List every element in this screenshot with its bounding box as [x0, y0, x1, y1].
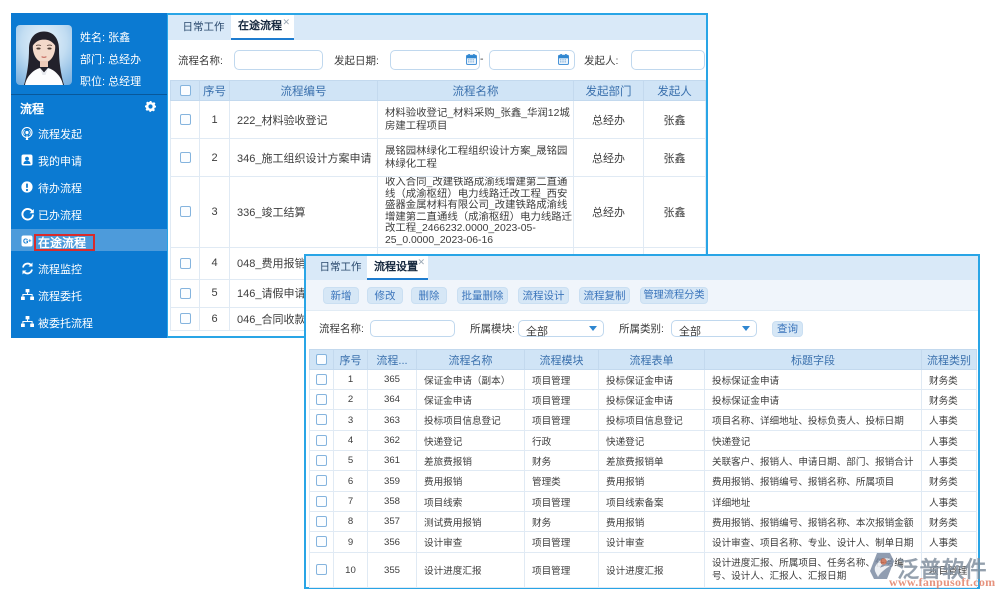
svg-text:+: +: [28, 238, 31, 244]
